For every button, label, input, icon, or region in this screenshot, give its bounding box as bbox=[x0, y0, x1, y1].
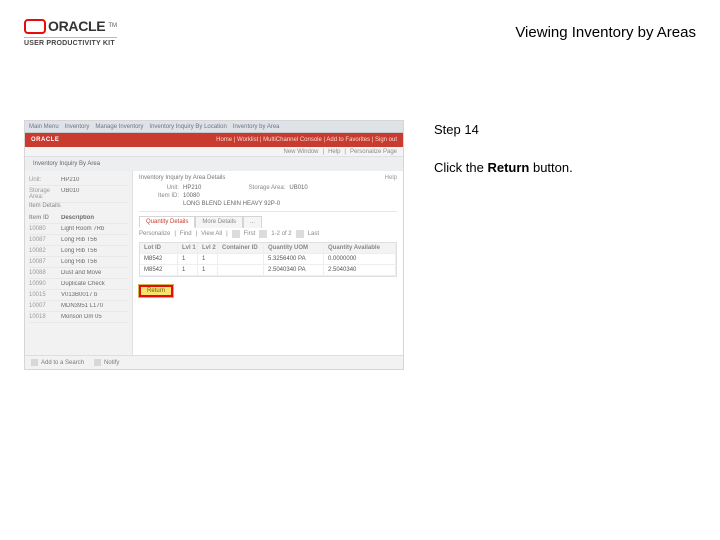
notify-icon bbox=[94, 359, 101, 366]
embedded-screenshot: Main Menu Inventory Manage Inventory Inv… bbox=[24, 120, 404, 370]
step-label: Step 14 bbox=[434, 120, 696, 140]
brand-tm: TM bbox=[108, 23, 117, 29]
tab-quantity-details[interactable]: Quantity Details bbox=[139, 216, 195, 228]
mini-footer: Add to a Search Notify bbox=[25, 355, 403, 369]
instruction-text: Click the Return button. bbox=[434, 158, 696, 178]
tab-more-icon[interactable]: ... bbox=[243, 216, 262, 228]
quantity-grid: Lot ID Lvl 1 Lvl 2 Container ID Quantity… bbox=[139, 242, 397, 277]
chevron-right-icon bbox=[296, 230, 304, 238]
brand-sub: USER PRODUCTIVITY KIT bbox=[24, 37, 117, 47]
brand-logo: ORACLE TM USER PRODUCTIVITY KIT bbox=[24, 18, 117, 47]
mini-brandbar: ORACLE Home | Worklist | MultiChannel Co… bbox=[25, 133, 403, 147]
mini-main: Inventory Inquiry by Area Details Help U… bbox=[133, 171, 403, 355]
brand-main: ORACLE bbox=[48, 18, 105, 34]
page-title: Viewing Inventory by Areas bbox=[515, 24, 696, 41]
mini-page-title: Inventory Inquiry By Area bbox=[25, 157, 403, 171]
oracle-mark-icon bbox=[24, 19, 46, 34]
mini-sidebar: Unit:HP210 Storage Area:UB010 Item Detai… bbox=[25, 171, 133, 355]
grid-icon bbox=[232, 230, 240, 238]
tab-more-details[interactable]: More Details bbox=[195, 216, 243, 228]
mini-subbar: New Window| Help| Personalize Page bbox=[25, 147, 403, 157]
search-icon bbox=[31, 359, 38, 366]
return-button[interactable]: Return bbox=[139, 285, 173, 297]
chevron-left-icon bbox=[259, 230, 267, 238]
mini-breadcrumb: Main Menu Inventory Manage Inventory Inv… bbox=[25, 121, 403, 133]
